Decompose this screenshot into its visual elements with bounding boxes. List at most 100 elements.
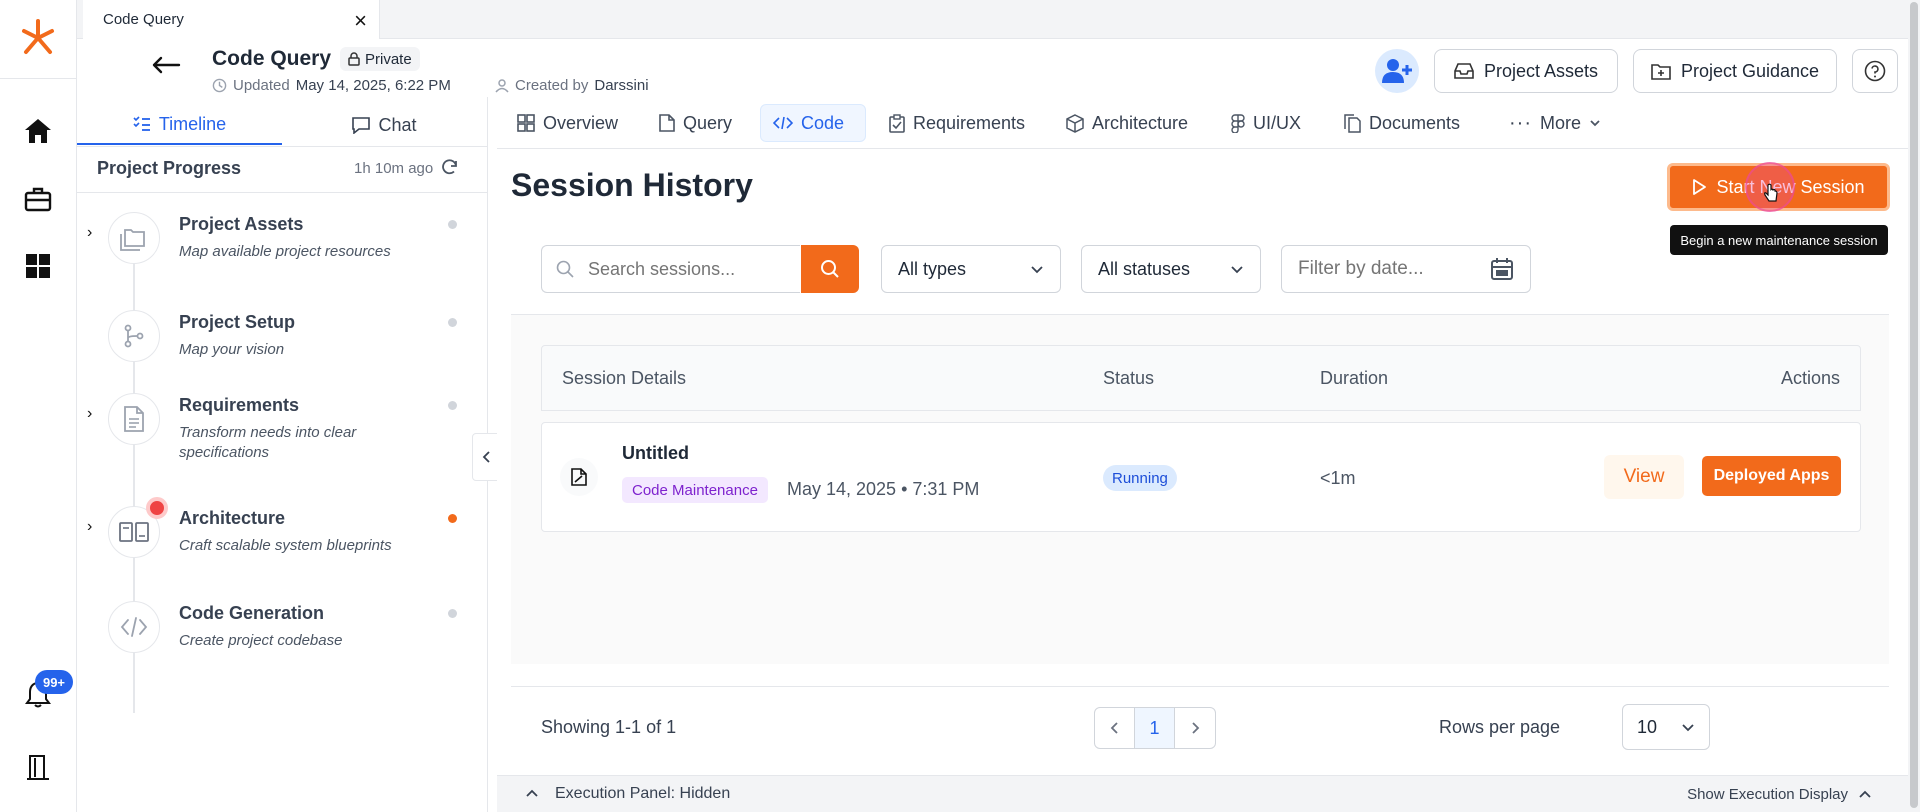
- updated-info: Updated May 14, 2025, 6:22 PM: [212, 77, 451, 94]
- search-icon: [556, 260, 574, 278]
- rail-divider: [0, 78, 77, 79]
- next-page-button[interactable]: [1175, 708, 1215, 748]
- type-filter-select[interactable]: All types: [881, 245, 1061, 293]
- git-branch-icon: [108, 310, 160, 362]
- execution-panel-bar[interactable]: Execution Panel: Hidden Show Execution D…: [497, 775, 1908, 812]
- rows-per-page-label: Rows per page: [1439, 717, 1561, 737]
- table-row[interactable]: Untitled Code Maintenance May 14, 2025 •…: [541, 422, 1861, 532]
- add-user-button[interactable]: [1375, 49, 1419, 93]
- tab-timeline[interactable]: Timeline: [77, 105, 282, 145]
- browser-tab-strip: Code Query ×: [77, 0, 1920, 39]
- tab-ui-ux[interactable]: UI/UX: [1219, 104, 1313, 142]
- refresh-icon[interactable]: [440, 157, 460, 177]
- chevron-down-icon: [1682, 723, 1694, 731]
- session-duration: <1m: [1320, 468, 1356, 488]
- document-icon: [108, 393, 160, 445]
- left-panel: Timeline Chat Project Progress 1h 10m ag…: [77, 97, 488, 812]
- chevron-down-icon: [1231, 265, 1243, 273]
- tab-label: Query: [683, 112, 733, 133]
- step-architecture[interactable]: › Architecture Craft scalable system blu…: [77, 497, 487, 576]
- home-icon[interactable]: [20, 113, 56, 149]
- search-box: [541, 245, 800, 293]
- step-project-assets[interactable]: › Project Assets Map available project r…: [77, 212, 487, 292]
- chevron-right-icon: [1191, 722, 1199, 734]
- step-title: Architecture: [179, 508, 286, 528]
- tab-code-query[interactable]: Code Query ×: [83, 0, 380, 39]
- code-brackets-icon: [108, 601, 160, 653]
- search-icon: [821, 260, 839, 278]
- tab-architecture[interactable]: Architecture: [1054, 104, 1200, 142]
- scrollbar-track[interactable]: [1908, 0, 1920, 812]
- status-filter-select[interactable]: All statuses: [1081, 245, 1261, 293]
- chevron-right-icon[interactable]: ›: [87, 518, 92, 536]
- status-dot-active: [448, 514, 457, 523]
- close-icon[interactable]: ×: [354, 8, 367, 34]
- chevron-right-icon[interactable]: ›: [87, 405, 92, 423]
- tab-requirements[interactable]: Requirements: [877, 104, 1037, 142]
- project-guidance-button[interactable]: Project Guidance: [1633, 49, 1837, 93]
- back-arrow-icon[interactable]: [151, 55, 181, 75]
- tab-label: Architecture: [1092, 112, 1189, 133]
- tab-chat-label: Chat: [378, 114, 417, 135]
- lock-icon: [348, 52, 360, 66]
- search-input[interactable]: [588, 258, 788, 280]
- step-project-setup[interactable]: Project Setup Map your vision: [77, 310, 487, 380]
- step-desc: Map your vision: [179, 341, 285, 358]
- footer-divider: [511, 686, 1889, 687]
- tab-chat[interactable]: Chat: [282, 105, 487, 145]
- dashboard-icon[interactable]: [20, 248, 56, 284]
- page-number[interactable]: 1: [1135, 708, 1175, 748]
- calendar-icon[interactable]: [1490, 257, 1514, 281]
- step-title: Project Setup: [179, 312, 296, 332]
- tab-query[interactable]: Query: [647, 104, 744, 142]
- date-filter-input[interactable]: [1298, 258, 1478, 280]
- briefcase-icon[interactable]: [20, 181, 56, 217]
- search-button[interactable]: [801, 245, 859, 293]
- chevron-left-icon: [1110, 722, 1118, 734]
- tab-code[interactable]: Code: [760, 104, 866, 142]
- showing-count: Showing 1-1 of 1: [541, 717, 677, 737]
- chat-bubble-icon: [352, 116, 371, 134]
- date-filter: [1281, 245, 1531, 293]
- help-button[interactable]: [1852, 49, 1898, 93]
- project-guidance-label: Project Guidance: [1680, 60, 1820, 81]
- privacy-label: Private: [365, 50, 412, 68]
- tab-label: Overview: [543, 112, 619, 133]
- col-actions: Actions: [1780, 368, 1840, 388]
- col-status: Status: [1103, 368, 1155, 388]
- chevron-right-icon[interactable]: ›: [87, 224, 92, 242]
- clock-icon: [212, 78, 227, 93]
- type-filter-value: All types: [898, 258, 967, 279]
- tooltip: Begin a new maintenance session: [1670, 225, 1888, 255]
- tab-label: Requirements: [913, 112, 1026, 133]
- tab-documents[interactable]: Documents: [1332, 104, 1472, 142]
- table-header: Session Details Status Duration Actions: [541, 345, 1861, 411]
- logout-door-icon[interactable]: [20, 749, 56, 785]
- inbox-icon: [1454, 63, 1474, 79]
- notification-badge: 99+: [35, 670, 73, 694]
- status-dot: [448, 609, 457, 618]
- show-execution-display[interactable]: Show Execution Display: [1687, 786, 1848, 803]
- updated-label: Updated: [233, 77, 290, 94]
- view-button[interactable]: View: [1604, 455, 1684, 499]
- step-title: Requirements: [179, 395, 300, 415]
- privacy-badge: Private: [340, 47, 420, 71]
- project-assets-label: Project Assets: [1483, 60, 1599, 81]
- app-logo-icon[interactable]: [20, 19, 56, 56]
- session-type-tag: Code Maintenance: [622, 477, 768, 503]
- step-desc: Craft scalable system blueprints: [179, 537, 392, 554]
- prev-page-button[interactable]: [1095, 708, 1135, 748]
- session-name: Untitled: [622, 443, 689, 463]
- col-session-details: Session Details: [562, 368, 687, 388]
- step-code-generation[interactable]: Code Generation Create project codebase: [77, 601, 487, 671]
- chevron-down-icon: [1031, 265, 1043, 273]
- scrollbar-thumb[interactable]: [1910, 2, 1918, 808]
- rows-per-page-select[interactable]: 10: [1622, 704, 1710, 750]
- project-assets-button[interactable]: Project Assets: [1434, 49, 1618, 93]
- tab-more[interactable]: ··· More: [1497, 104, 1613, 142]
- tab-overview[interactable]: Overview: [505, 104, 630, 142]
- deployed-apps-button[interactable]: Deployed Apps: [1702, 456, 1841, 496]
- alert-indicator: [146, 497, 168, 519]
- step-requirements[interactable]: › Requirements Transform needs into clea…: [77, 393, 487, 483]
- figma-icon: [1231, 113, 1245, 133]
